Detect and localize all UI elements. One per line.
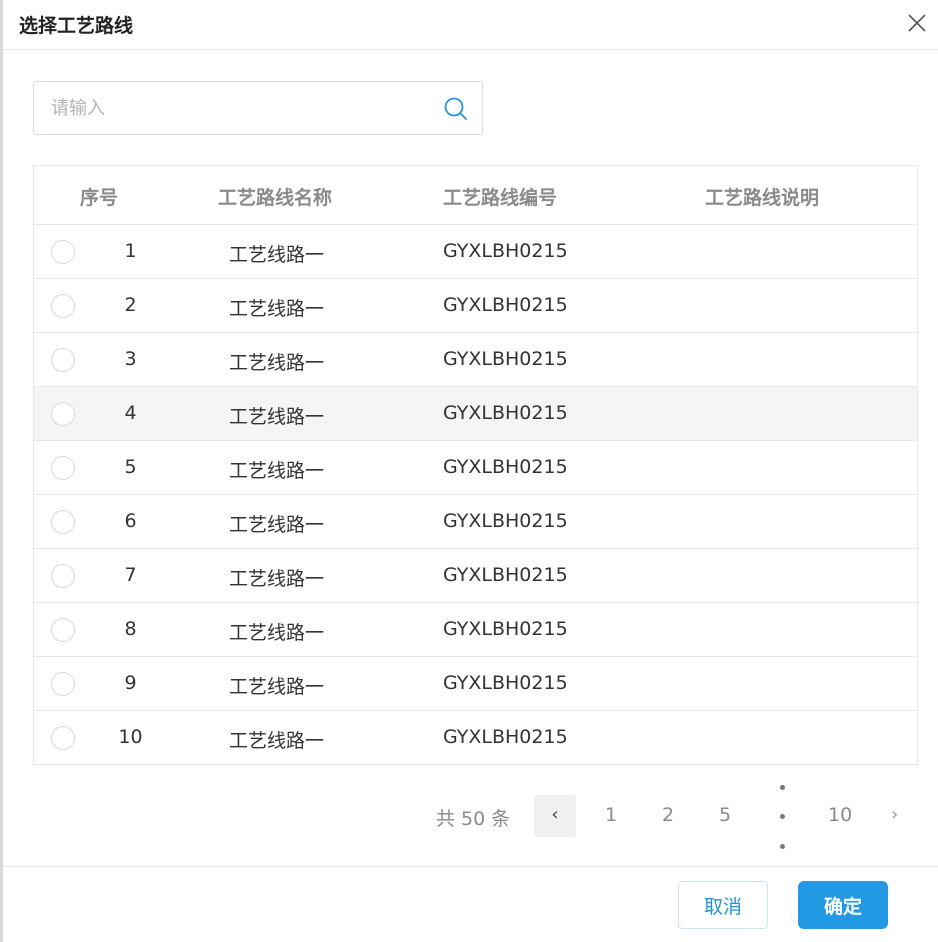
table-row[interactable]: 9 工艺线路一 GYXLBH0215 — [34, 657, 917, 711]
search-box — [33, 81, 483, 135]
page-ellipsis[interactable] — [778, 782, 786, 852]
dialog-title: 选择工艺路线 — [19, 15, 134, 37]
table-body: 1 工艺线路一 GYXLBH0215 2 工艺线路一 GYXLBH0215 3 … — [34, 225, 917, 765]
cell-code: GYXLBH0215 — [443, 402, 568, 424]
cell-name: 工艺线路一 — [229, 622, 325, 644]
next-page-button[interactable]: › — [891, 804, 898, 825]
cell-index: 7 — [124, 564, 137, 586]
cell-code: GYXLBH0215 — [443, 348, 568, 370]
row-radio[interactable] — [51, 618, 75, 642]
table-row[interactable]: 7 工艺线路一 GYXLBH0215 — [34, 549, 917, 603]
header-description: 工艺路线说明 — [705, 187, 820, 209]
search-icon — [444, 97, 467, 120]
cell-code: GYXLBH0215 — [443, 456, 568, 478]
table-row[interactable]: 5 工艺线路一 GYXLBH0215 — [34, 441, 917, 495]
row-radio[interactable] — [51, 726, 75, 750]
table-row[interactable]: 2 工艺线路一 GYXLBH0215 — [34, 279, 917, 333]
table-row[interactable]: 10 工艺线路一 GYXLBH0215 — [34, 711, 917, 765]
page-1[interactable]: 1 — [605, 804, 617, 826]
total-count: 共 50 条 — [436, 808, 511, 830]
cell-code: GYXLBH0215 — [443, 294, 568, 316]
cell-name: 工艺线路一 — [229, 514, 325, 536]
cell-name: 工艺线路一 — [229, 730, 325, 752]
confirm-button[interactable]: 确定 — [798, 881, 888, 929]
row-radio[interactable] — [51, 402, 75, 426]
table-row[interactable]: 8 工艺线路一 GYXLBH0215 — [34, 603, 917, 657]
header-index: 序号 — [80, 187, 119, 209]
row-radio[interactable] — [51, 510, 75, 534]
page-5[interactable]: 5 — [719, 804, 731, 826]
cell-index: 5 — [124, 456, 137, 478]
cell-name: 工艺线路一 — [229, 352, 325, 374]
cell-code: GYXLBH0215 — [443, 240, 568, 262]
row-radio[interactable] — [51, 294, 75, 318]
close-button[interactable] — [906, 12, 928, 34]
cell-name: 工艺线路一 — [229, 406, 325, 428]
cell-code: GYXLBH0215 — [443, 618, 568, 640]
cell-index: 6 — [124, 510, 137, 532]
cell-code: GYXLBH0215 — [443, 510, 568, 532]
page-10[interactable]: 10 — [828, 804, 852, 826]
row-radio[interactable] — [51, 348, 75, 372]
row-radio[interactable] — [51, 564, 75, 588]
header-name: 工艺路线名称 — [218, 187, 333, 209]
header-code: 工艺路线编号 — [443, 187, 558, 209]
cell-index: 8 — [124, 618, 137, 640]
cell-index: 10 — [118, 726, 143, 748]
cell-name: 工艺线路一 — [229, 568, 325, 590]
cell-name: 工艺线路一 — [229, 676, 325, 698]
cell-name: 工艺线路一 — [229, 244, 325, 266]
cell-name: 工艺线路一 — [229, 460, 325, 482]
page-2[interactable]: 2 — [662, 804, 674, 826]
table-header: 序号 工艺路线名称 工艺路线编号 工艺路线说明 — [34, 166, 917, 225]
dialog-header: 选择工艺路线 — [3, 0, 938, 50]
search-button[interactable] — [442, 95, 470, 123]
table-row[interactable]: 6 工艺线路一 GYXLBH0215 — [34, 495, 917, 549]
cell-name: 工艺线路一 — [229, 298, 325, 320]
pagination: 共 50 条 ‹ 1 2 5 10 › — [0, 782, 938, 854]
cell-index: 2 — [124, 294, 137, 316]
cancel-button[interactable]: 取消 — [678, 881, 768, 929]
cell-code: GYXLBH0215 — [443, 726, 568, 748]
cell-index: 9 — [124, 672, 137, 694]
cell-index: 3 — [124, 348, 137, 370]
route-table: 序号 工艺路线名称 工艺路线编号 工艺路线说明 1 工艺线路一 GYXLBH02… — [33, 165, 918, 765]
cell-code: GYXLBH0215 — [443, 672, 568, 694]
prev-page-button[interactable]: ‹ — [534, 795, 576, 837]
cell-code: GYXLBH0215 — [443, 564, 568, 586]
row-radio[interactable] — [51, 240, 75, 264]
dialog-footer: 取消 确定 — [3, 866, 938, 942]
cell-index: 1 — [124, 240, 137, 262]
table-row[interactable]: 1 工艺线路一 GYXLBH0215 — [34, 225, 917, 279]
table-row-hovered[interactable]: 4 工艺线路一 GYXLBH0215 — [34, 387, 917, 441]
cell-index: 4 — [124, 402, 137, 424]
table-row[interactable]: 3 工艺线路一 GYXLBH0215 — [34, 333, 917, 387]
row-radio[interactable] — [51, 456, 75, 480]
search-input[interactable] — [34, 82, 434, 134]
row-radio[interactable] — [51, 672, 75, 696]
close-icon — [908, 14, 926, 32]
